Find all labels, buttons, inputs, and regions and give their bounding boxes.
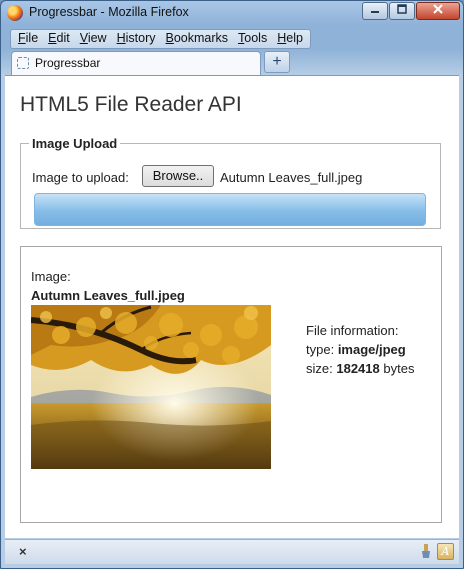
file-information: File information: type: image/jpeg size:… xyxy=(306,321,414,378)
menu-file-rest: ile xyxy=(25,31,39,45)
menu-help-rest: elp xyxy=(286,31,303,45)
menu-file-mnemonic: F xyxy=(18,31,26,45)
upload-progress-bar xyxy=(34,193,426,226)
menu-view[interactable]: View xyxy=(75,30,112,48)
file-info-heading: File information: xyxy=(306,323,399,338)
browser-window: Progressbar - Mozilla Firefox File Edit … xyxy=(0,0,464,569)
menu-tools[interactable]: Tools xyxy=(233,30,272,48)
window-title: Progressbar - Mozilla Firefox xyxy=(29,5,189,19)
menu-bookmarks[interactable]: Bookmarks xyxy=(161,30,234,48)
close-icon xyxy=(433,4,443,14)
menu-file[interactable]: File xyxy=(13,30,43,48)
status-close-icon[interactable]: × xyxy=(19,544,27,559)
tab-label: Progressbar xyxy=(35,56,101,70)
blank-page-icon xyxy=(17,57,29,69)
file-preview-panel: Image: Autumn Leaves_full.jpeg File info… xyxy=(20,246,442,523)
menu-bookmarks-rest: ookmarks xyxy=(173,31,229,45)
autumn-photo-image xyxy=(31,305,271,469)
tab-strip: Progressbar + xyxy=(1,49,463,75)
image-file-name: Autumn Leaves_full.jpeg xyxy=(31,288,185,303)
maximize-button[interactable] xyxy=(389,2,415,20)
menu-help[interactable]: Help xyxy=(272,30,308,48)
menu-edit-rest: dit xyxy=(56,31,70,45)
close-button[interactable] xyxy=(416,2,460,20)
paint-brush-graphic xyxy=(422,544,430,558)
file-size-label: size: xyxy=(306,361,333,376)
menu-edit[interactable]: Edit xyxy=(43,30,75,48)
browse-button[interactable]: Browse.. xyxy=(142,165,214,187)
paint-brush-icon[interactable] xyxy=(419,544,433,559)
menu-history-rest: istory xyxy=(125,31,156,45)
menu-view-rest: iew xyxy=(87,31,107,45)
menu-bookmarks-mnemonic: B xyxy=(165,31,174,45)
menu-view-mnemonic: V xyxy=(79,31,88,45)
image-upload-fieldset: Image Upload Image to upload: Browse.. A… xyxy=(20,136,441,229)
maximize-icon xyxy=(397,4,407,14)
upload-label: Image to upload: xyxy=(32,170,129,185)
file-size-unit: bytes xyxy=(383,361,415,376)
menu-history-mnemonic: H xyxy=(116,31,126,45)
status-bar: × A xyxy=(5,539,459,564)
image-label: Image: xyxy=(31,269,71,284)
progress-fill xyxy=(35,194,425,225)
window-controls xyxy=(361,2,460,20)
file-size-value: 182418 xyxy=(336,361,380,376)
minimize-button[interactable] xyxy=(362,2,388,20)
menu-edit-mnemonic: E xyxy=(48,31,57,45)
file-size-row: size: 182418 bytes xyxy=(306,359,414,378)
upload-legend: Image Upload xyxy=(32,136,118,151)
menu-history[interactable]: History xyxy=(112,30,161,48)
page-content: HTML5 File Reader API Image Upload Image… xyxy=(5,75,459,538)
acrobat-icon[interactable]: A xyxy=(437,543,454,560)
minimize-icon xyxy=(371,11,379,13)
menu-bar: File Edit View History Bookmarks Tools H… xyxy=(10,29,311,49)
file-type-row: type: image/jpeg xyxy=(306,340,414,359)
menu-help-mnemonic: H xyxy=(277,31,287,45)
file-type-value: image/jpeg xyxy=(337,342,406,357)
tab-progressbar[interactable]: Progressbar xyxy=(11,51,261,75)
title-bar[interactable]: Progressbar - Mozilla Firefox xyxy=(1,1,463,25)
selected-file-name: Autumn Leaves_full.jpeg xyxy=(220,170,363,185)
autumn-leaves-photo xyxy=(31,305,271,469)
file-type-label: type: xyxy=(306,342,335,357)
firefox-logo-icon[interactable] xyxy=(7,5,23,21)
new-tab-button[interactable]: + xyxy=(264,51,290,73)
page-title: HTML5 File Reader API xyxy=(20,93,242,116)
menu-tools-rest: ools xyxy=(244,31,268,45)
plus-icon: + xyxy=(272,53,282,70)
